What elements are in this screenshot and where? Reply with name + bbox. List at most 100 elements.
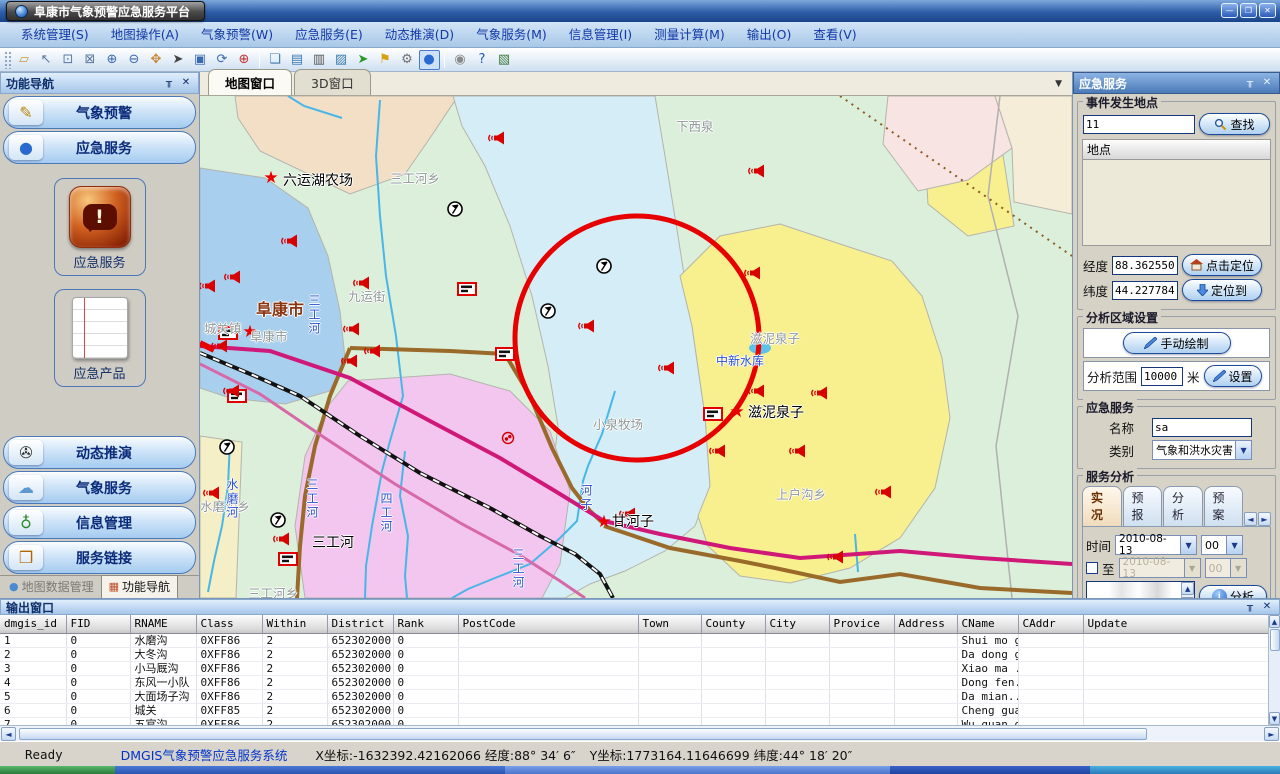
- menu-item[interactable]: 查看(V): [802, 22, 867, 47]
- dropdown-arrow-icon[interactable]: ▼: [1184, 559, 1200, 577]
- menu-item[interactable]: 应急服务(E): [284, 22, 374, 47]
- analysis-range-input[interactable]: [1141, 367, 1183, 386]
- date-select[interactable]: 2010-08-13 ▼: [1115, 535, 1197, 555]
- menu-item[interactable]: 信息管理(I): [558, 22, 643, 47]
- scroll-down-icon[interactable]: ▼: [1269, 712, 1280, 725]
- left-tab-地图数据管理[interactable]: ●地图数据管理: [2, 576, 101, 598]
- layers-icon[interactable]: ❏: [265, 50, 286, 70]
- minimize-button[interactable]: —: [1221, 3, 1238, 18]
- column-header[interactable]: Class: [196, 615, 262, 633]
- settings-gear-icon[interactable]: ⚙: [397, 50, 418, 70]
- longitude-input[interactable]: [1112, 256, 1178, 275]
- table-horizontal-scrollbar[interactable]: ◄ ►: [0, 725, 1280, 741]
- nav-button-emergency-service[interactable]: ●应急服务: [3, 131, 196, 164]
- emergency-service-big-button[interactable]: ! 应急服务: [54, 178, 146, 276]
- scroll-left-icon[interactable]: ◄: [1244, 512, 1257, 526]
- locate-to-button[interactable]: 定位到: [1182, 279, 1262, 301]
- table-row[interactable]: 10水磨沟0XFF8626523020000Shui mo gou: [0, 633, 1268, 647]
- column-header[interactable]: County: [701, 615, 765, 633]
- column-header[interactable]: CAddr: [1018, 615, 1083, 633]
- hour-select[interactable]: 00 ▼: [1201, 535, 1243, 555]
- dropdown-arrow-icon[interactable]: ▼: [1226, 536, 1242, 554]
- print-preview-icon[interactable]: ▨: [331, 50, 352, 70]
- measure-ruler-icon[interactable]: ▱: [14, 50, 35, 70]
- table-row[interactable]: 20大冬沟0XFF8626523020000Da dong gou: [0, 647, 1268, 661]
- column-header[interactable]: CName: [957, 615, 1018, 633]
- column-header[interactable]: FID: [66, 615, 130, 633]
- image-export-icon[interactable]: ▤: [287, 50, 308, 70]
- analyze-button[interactable]: i 分析: [1199, 585, 1267, 598]
- table-row[interactable]: 70五官沟0XFF8626523020000Wu guan gou: [0, 717, 1268, 725]
- scroll-left-icon[interactable]: ◄: [1, 727, 16, 741]
- location-list[interactable]: [1082, 160, 1271, 246]
- manual-draw-button[interactable]: 手动绘制: [1123, 332, 1231, 354]
- menu-item[interactable]: 气象服务(M): [465, 22, 558, 47]
- column-header[interactable]: District: [327, 615, 393, 633]
- column-header[interactable]: RNAME: [130, 615, 196, 633]
- emergency-product-big-button[interactable]: 应急产品: [54, 289, 146, 387]
- service-name-input[interactable]: [1152, 418, 1252, 437]
- analysis-tab-预报[interactable]: 预报: [1123, 486, 1163, 526]
- refresh-icon[interactable]: ⟳: [212, 50, 233, 70]
- element-listbox[interactable]: 降水空气温度 ▲: [1086, 581, 1195, 598]
- close-button[interactable]: ✕: [1259, 3, 1276, 18]
- print-icon[interactable]: ▥: [309, 50, 330, 70]
- globe-tool-icon[interactable]: ●: [419, 50, 440, 70]
- scroll-thumb[interactable]: [1270, 629, 1280, 651]
- close-icon[interactable]: ✕: [179, 76, 193, 90]
- listbox-scrollbar[interactable]: ▲: [1181, 582, 1194, 598]
- table-vertical-scrollbar[interactable]: ▲ ▼: [1268, 615, 1280, 725]
- rect-select-icon[interactable]: ⊡: [58, 50, 79, 70]
- location-search-input[interactable]: [1083, 115, 1195, 134]
- column-header[interactable]: Provice: [829, 615, 894, 633]
- service-type-select[interactable]: 气象和洪水灾害 ▼: [1152, 440, 1252, 460]
- scroll-right-icon[interactable]: ►: [1264, 727, 1279, 741]
- dropdown-arrow-icon[interactable]: ▼: [1180, 536, 1196, 554]
- table-row[interactable]: 60城关0XFF8526523020000Cheng guan: [0, 703, 1268, 717]
- column-header[interactable]: Update: [1083, 615, 1268, 633]
- column-header[interactable]: Town: [638, 615, 701, 633]
- map-tab-地图窗口[interactable]: 地图窗口: [208, 69, 292, 95]
- pan-hand-icon[interactable]: ✥: [146, 50, 167, 70]
- pin-icon[interactable]: ╥: [1243, 76, 1257, 90]
- location-list-header[interactable]: 地点: [1082, 139, 1271, 160]
- restore-button[interactable]: ❐: [1240, 3, 1257, 18]
- nav-button-service-links[interactable]: ❒服务链接: [3, 541, 196, 574]
- map-tab-3D窗口[interactable]: 3D窗口: [294, 69, 371, 95]
- scroll-thumb[interactable]: [1181, 597, 1194, 598]
- pin-icon[interactable]: ╥: [162, 76, 176, 90]
- pointer-icon[interactable]: ➤: [168, 50, 189, 70]
- analysis-tab-预案[interactable]: 预案: [1204, 486, 1244, 526]
- table-row[interactable]: 30小马厩沟0XFF8626523020000Xiao ma ...: [0, 661, 1268, 675]
- dropdown-arrow-icon[interactable]: ▼: [1230, 559, 1246, 577]
- toolbar-grip[interactable]: [4, 51, 11, 69]
- column-header[interactable]: Within: [262, 615, 327, 633]
- visibility-eye-icon[interactable]: ◉: [450, 50, 471, 70]
- menu-item[interactable]: 动态推演(D): [374, 22, 465, 47]
- analysis-tab-分析[interactable]: 分析: [1163, 486, 1203, 526]
- locate-click-button[interactable]: 点击定位: [1182, 254, 1262, 276]
- close-icon[interactable]: ✕: [1260, 76, 1274, 90]
- full-extent-icon[interactable]: ▣: [190, 50, 211, 70]
- go-arrow-icon[interactable]: ➤: [353, 50, 374, 70]
- menu-item[interactable]: 气象预警(W): [190, 22, 284, 47]
- table-row[interactable]: 40东风一小队0XFF8626523020000Dong fen...: [0, 675, 1268, 689]
- scroll-up-icon[interactable]: ▲: [1269, 615, 1280, 628]
- scroll-up-icon[interactable]: ▲: [1181, 582, 1194, 595]
- menu-item[interactable]: 地图操作(A): [100, 22, 190, 47]
- nav-button-dynamic-deduction[interactable]: ✇动态推演: [3, 436, 196, 469]
- scroll-thumb[interactable]: [19, 728, 1147, 740]
- nav-button-weather-service[interactable]: ☁气象服务: [3, 471, 196, 504]
- map-tab-dropdown-icon[interactable]: ▼: [1055, 79, 1062, 89]
- table-row[interactable]: 50大面场子沟0XFF8626523020000Da mian...: [0, 689, 1268, 703]
- menu-item[interactable]: 系统管理(S): [10, 22, 100, 47]
- set-range-button[interactable]: 设置: [1204, 365, 1262, 387]
- to-checkbox[interactable]: [1086, 562, 1098, 574]
- zoom-out-icon[interactable]: ⊖: [124, 50, 145, 70]
- snapshot-icon[interactable]: ▧: [494, 50, 515, 70]
- output-table[interactable]: dmgis_idFIDRNAMEClassWithinDistrictRankP…: [0, 615, 1269, 725]
- zoom-in-icon[interactable]: ⊕: [102, 50, 123, 70]
- dropdown-arrow-icon[interactable]: ▼: [1235, 441, 1251, 459]
- hour-select-2[interactable]: 00 ▼: [1205, 558, 1247, 578]
- close-icon[interactable]: ✕: [1260, 600, 1274, 614]
